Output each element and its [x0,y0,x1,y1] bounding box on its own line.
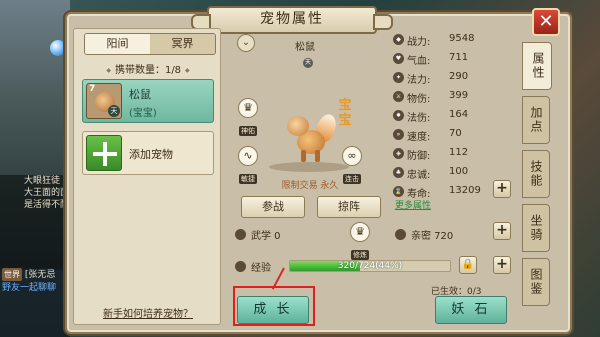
intimacy-value: 亲密 720 [411,231,454,242]
tab-attributes[interactable]: 属性 [522,42,552,90]
stat-mp: ✦ 法力: 290 [393,70,519,86]
crown-icon: ♛ [238,98,258,118]
world-message: [张无忌 [24,270,56,280]
exp-progress-text: 320/724(44%) [337,261,403,271]
squirrel-pet-model [283,110,340,168]
intimacy-icon [395,229,406,240]
speed-icon: » [393,129,404,140]
mana-icon: ✦ [393,72,404,83]
wave-icon: ∿ [238,146,258,166]
skill-label: 神佑 [239,126,257,136]
pet-level: 7 [89,84,96,94]
trade-restriction: 限制交易 永久 [281,181,339,191]
pet-name: 松鼠 [129,88,151,101]
add-pet-button[interactable]: 添加宠物 [82,131,214,175]
assist-button[interactable]: 掠阵 [317,196,381,218]
wuxue-value: 武学 0 [251,231,281,242]
exp-progress-bar: 320/724(44%) [289,260,451,272]
carry-count: 携带数量：1/8 [74,61,222,76]
tab-add-points[interactable]: 加点 [522,96,550,144]
tab-yangjian[interactable]: 阳间 [85,34,150,54]
world-message-2: 野友一起聊聊 [2,283,57,293]
stat-phys-dmg: ⚔ 物伤: 399 [393,89,519,105]
howto-link[interactable]: 新手如何培养宠物？ [74,305,222,320]
pet-list-panel: 阳间 冥界 携带数量：1/8 7 天 松鼠 (宝宝) 添加宠物 新手如何培养宠物… [73,28,221,325]
battle-button[interactable]: 参战 [241,196,305,218]
infinity-icon: ∞ [342,146,362,166]
sword-icon: ⚔ [393,91,404,102]
chevron-down-icon[interactable]: ⌄ [237,34,255,52]
plus-icon [86,135,122,171]
chat-overlay: 大眼狂徒 大王面的面 是活得不耐 [0,175,68,270]
stat-power: ◆ 战力: 9548 [393,32,519,48]
chat-line: 大眼狂徒 [24,176,61,186]
exp-icon [235,261,246,272]
monster-stone-button[interactable]: 妖 石 [435,296,507,324]
loyalty-icon: ♣ [393,167,404,178]
training-label: 修炼 [351,250,369,260]
baobao-tag: 宝宝 [338,98,352,128]
pet-display: ⌄ 松鼠 天 ♛ 神佑 ∿ 敏捷 ∞ 连击 宝宝 限制交易 永久 参战 掠阵 [229,28,391,228]
pet-list-item[interactable]: 7 天 松鼠 (宝宝) [82,79,214,123]
wuxue-icon [235,229,246,240]
mana-orb-icon [50,40,66,56]
magic-icon: ✸ [393,110,404,121]
training-icon: ♛ [350,222,370,242]
pet-grade-badge: 天 [108,105,120,117]
pet-type: (宝宝) [129,108,157,119]
close-button[interactable]: ✕ [532,8,560,36]
more-attributes-link[interactable]: 更多属性 [395,198,431,211]
exp-label: 经验 [251,263,271,274]
tab-mingjie[interactable]: 冥界 [150,34,215,54]
chat-line: 是活得不耐 [24,200,68,210]
add-intimacy-button[interactable]: + [493,222,511,240]
world-channel-tag: 世界 [2,268,22,281]
add-pet-label: 添加宠物 [129,148,173,161]
world-chat[interactable]: 世界 [张无忌 野友一起聊聊 [0,268,68,337]
add-exp-button[interactable]: + [493,256,511,274]
stat-loyalty: ♣ 忠诚: 100 [393,165,519,181]
training-button[interactable]: ♛ 修炼 [349,222,371,261]
stat-hp: ♥ 气血: 711 [393,51,519,67]
heart-icon: ♥ [393,53,404,64]
tab-codex[interactable]: 图鉴 [522,258,550,306]
add-lifespan-button[interactable]: + [493,180,511,198]
lock-icon[interactable]: 🔒 [459,256,477,274]
power-icon: ◆ [393,34,404,45]
stat-magic-dmg: ✸ 法伤: 164 [393,108,519,124]
tab-skills[interactable]: 技能 [522,150,550,198]
pet-grade-badge: 天 [303,58,313,68]
tab-mount[interactable]: 坐骑 [522,204,550,252]
skill-slot[interactable]: ♛ 神佑 [237,98,259,137]
chat-line: 大王面的面 [24,188,68,198]
pet-avatar: 7 天 [86,83,122,119]
stat-speed: » 速度: 70 [393,127,519,143]
lifespan-icon: ⌛ [393,186,404,197]
stat-defense: ◈ 防御: 112 [393,146,519,162]
pet-attributes-window: 宠物属性 ✕ 阳间 冥界 携带数量：1/8 7 天 松鼠 (宝宝) 添加宠物 新… [65,6,572,334]
pet-display-name: 松鼠 [295,42,315,53]
shield-icon: ◈ [393,148,404,159]
realm-tabs: 阳间 冥界 [84,33,216,55]
annotation-highlight-box [233,286,315,326]
